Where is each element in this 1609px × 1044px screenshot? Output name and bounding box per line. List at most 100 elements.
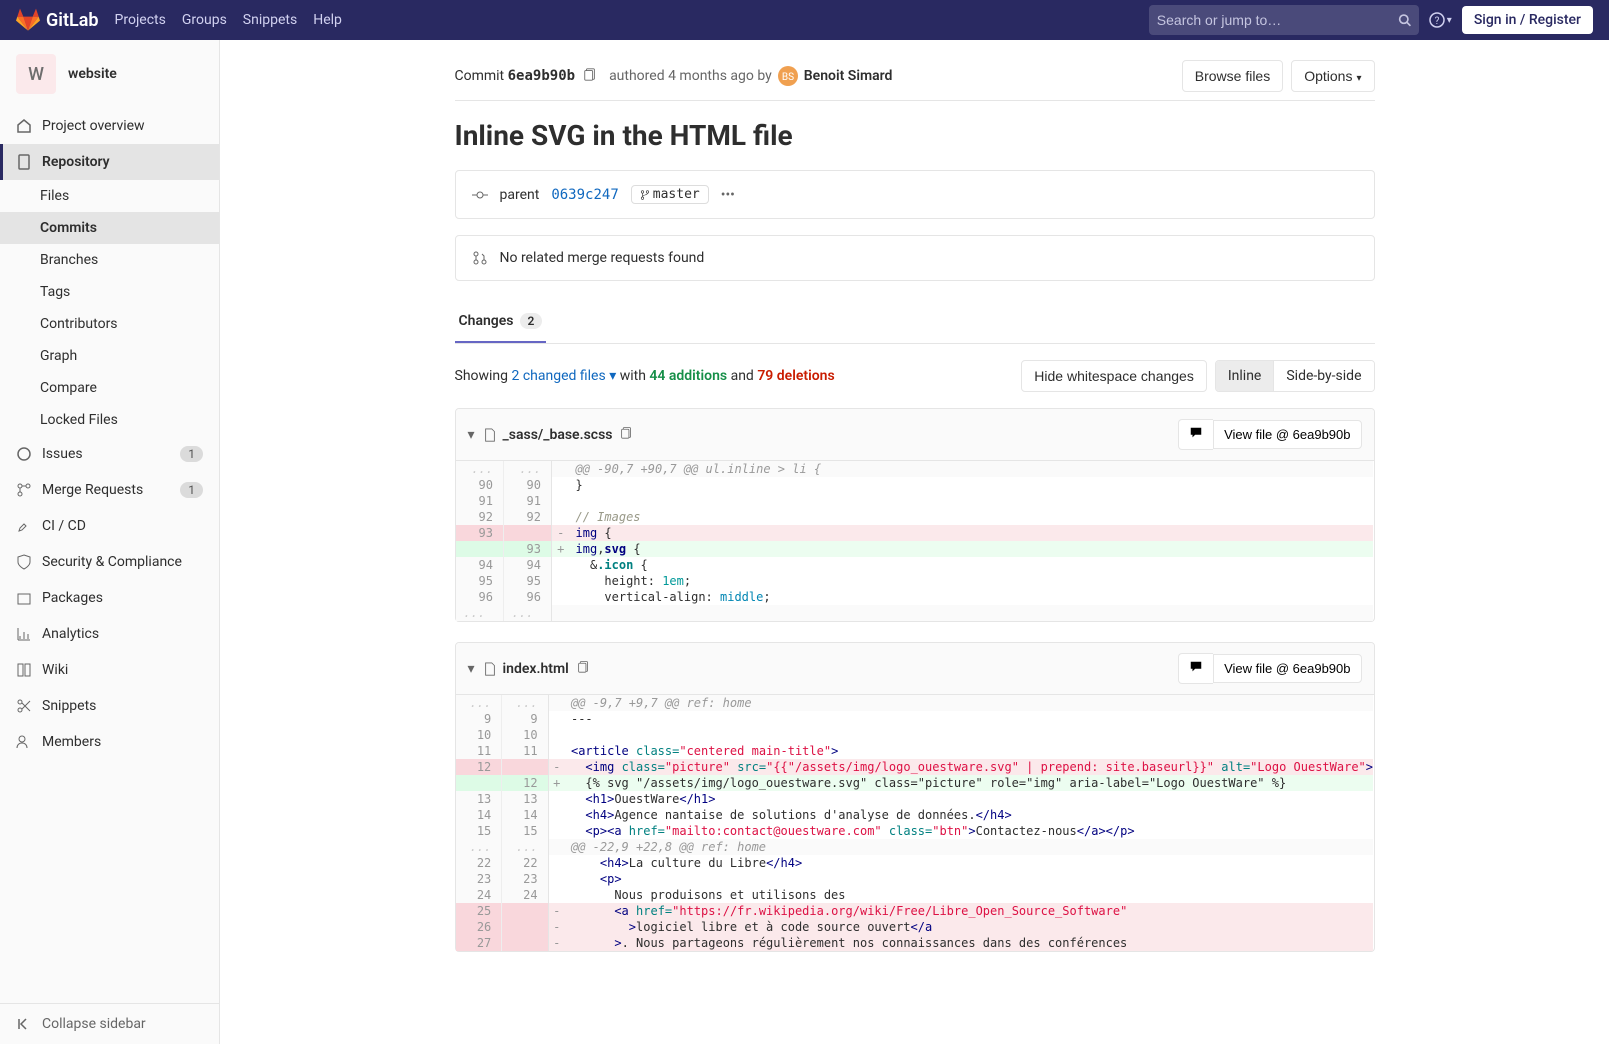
project-header[interactable]: W website (0, 40, 219, 108)
sidebar-sub-graph[interactable]: Graph (0, 340, 219, 372)
merge-badge: 1 (180, 482, 203, 498)
diff-line[interactable]: ...... (456, 605, 1374, 621)
sidebar-item-snippets[interactable]: Snippets (0, 688, 219, 724)
sidebar-item-repository[interactable]: Repository (0, 144, 219, 180)
help-dropdown[interactable]: ? ▾ (1429, 12, 1452, 28)
diff-line[interactable]: 93+img,svg { (456, 541, 1374, 557)
diff-line[interactable]: ......@@ -9,7 +9,7 @@ ref: home (456, 695, 1374, 711)
file-icon (483, 428, 497, 442)
file-name[interactable]: _sass/_base.scss (503, 427, 613, 443)
diff-line[interactable]: 1111<article class="centered main-title"… (456, 743, 1374, 759)
more-refs-button[interactable]: ••• (721, 187, 735, 203)
diff-table: ......@@ -9,7 +9,7 @@ ref: home99---1010… (456, 695, 1374, 951)
diff-line[interactable]: ......@@ -22,9 +22,8 @@ ref: home (456, 839, 1374, 855)
tab-label: Changes (459, 313, 514, 329)
branch-pill[interactable]: master (631, 185, 709, 204)
sidebar-sub-branches[interactable]: Branches (0, 244, 219, 276)
sidebar-sub-commits[interactable]: Commits (0, 212, 219, 244)
view-file-button[interactable]: View file @ 6ea9b90b (1213, 654, 1361, 683)
options-button[interactable]: Options▾ (1291, 60, 1374, 92)
clipboard-icon (577, 660, 590, 673)
svg-text:?: ? (1434, 16, 1439, 27)
authored-time: 4 months ago (668, 68, 754, 84)
tab-changes[interactable]: Changes 2 (455, 301, 547, 343)
diff-line[interactable]: 27- >. Nous partageons régulièrement nos… (456, 935, 1374, 951)
diff-line[interactable]: 1414 <h4>Agence nantaise de solutions d'… (456, 807, 1374, 823)
sidebar-item-members[interactable]: Members (0, 724, 219, 760)
comment-button[interactable] (1178, 653, 1213, 684)
sidebar-sub-compare[interactable]: Compare (0, 372, 219, 404)
sidebar-label: Security & Compliance (42, 554, 182, 570)
chart-icon (16, 626, 32, 642)
diff-line[interactable]: 9696 vertical-align: middle; (456, 589, 1374, 605)
hide-whitespace-button[interactable]: Hide whitespace changes (1021, 360, 1207, 392)
sidebar-item-merge[interactable]: Merge Requests 1 (0, 472, 219, 508)
sidebar-label: CI / CD (42, 518, 86, 534)
copy-path-button[interactable] (577, 660, 590, 677)
nav-projects[interactable]: Projects (115, 8, 166, 32)
sidebar-sub-contributors[interactable]: Contributors (0, 308, 219, 340)
parent-sha-link[interactable]: 0639c247 (551, 187, 618, 203)
diff-line[interactable]: 9494 &.icon { (456, 557, 1374, 573)
issues-icon (16, 446, 32, 462)
global-search[interactable] (1149, 5, 1419, 35)
nav-snippets[interactable]: Snippets (243, 8, 297, 32)
comment-button[interactable] (1178, 419, 1213, 450)
author-name[interactable]: Benoit Simard (804, 68, 893, 84)
diff-line[interactable]: 1515 <p><a href="mailto:contact@ouestwar… (456, 823, 1374, 839)
search-input[interactable] (1157, 12, 1398, 28)
scissors-icon (16, 698, 32, 714)
sidebar-label: Members (42, 734, 101, 750)
diff-line[interactable]: ......@@ -90,7 +90,7 @@ ul.inline > li { (456, 461, 1374, 477)
nav-help[interactable]: Help (313, 8, 342, 32)
summary-showing: Showing (455, 368, 509, 384)
collapse-sidebar[interactable]: Collapse sidebar (0, 1003, 219, 1044)
diff-line[interactable]: 12- <img class="picture" src="{{"/assets… (456, 759, 1374, 775)
parent-label: parent (500, 187, 540, 203)
sidebar-sub-tags[interactable]: Tags (0, 276, 219, 308)
diff-line[interactable]: 1313 <h1>OuestWare</h1> (456, 791, 1374, 807)
diff-line[interactable]: 2424 Nous produisons et utilisons des (456, 887, 1374, 903)
file-name[interactable]: index.html (503, 661, 569, 677)
sidebar-item-cicd[interactable]: CI / CD (0, 508, 219, 544)
diff-line[interactable]: 12+ {% svg "/assets/img/logo_ouestware.s… (456, 775, 1374, 791)
view-file-button[interactable]: View file @ 6ea9b90b (1213, 420, 1361, 449)
sidebar-item-issues[interactable]: Issues 1 (0, 436, 219, 472)
diff-line[interactable]: 9191 (456, 493, 1374, 509)
sidebar-item-overview[interactable]: Project overview (0, 108, 219, 144)
diff-line[interactable]: 9090} (456, 477, 1374, 493)
sidebar-item-packages[interactable]: Packages (0, 580, 219, 616)
diff-line[interactable]: 99--- (456, 711, 1374, 727)
browse-files-button[interactable]: Browse files (1182, 60, 1283, 92)
gitlab-logo[interactable]: GitLab (16, 8, 99, 32)
comment-icon (1189, 426, 1203, 440)
inline-view-button[interactable]: Inline (1216, 361, 1274, 391)
author-avatar: BS (778, 66, 798, 86)
side-by-side-button[interactable]: Side-by-side (1273, 361, 1373, 391)
diff-line[interactable]: 9595 height: 1em; (456, 573, 1374, 589)
nav-groups[interactable]: Groups (182, 8, 227, 32)
sidebar-item-security[interactable]: Security & Compliance (0, 544, 219, 580)
sidebar-sub-files[interactable]: Files (0, 180, 219, 212)
sidebar-sub-locked[interactable]: Locked Files (0, 404, 219, 436)
diff-line[interactable]: 1010 (456, 727, 1374, 743)
copy-sha-button[interactable] (583, 67, 597, 85)
diff-line[interactable]: 25- <a href="https://fr.wikipedia.org/wi… (456, 903, 1374, 919)
diff-line[interactable]: 2323 <p> (456, 871, 1374, 887)
collapse-file-button[interactable]: ▾ (468, 427, 475, 443)
diff-line[interactable]: 9292// Images (456, 509, 1374, 525)
diff-line[interactable]: 26- >logiciel libre et à code source ouv… (456, 919, 1374, 935)
sidebar-item-wiki[interactable]: Wiki (0, 652, 219, 688)
collapse-file-button[interactable]: ▾ (468, 661, 475, 677)
copy-path-button[interactable] (620, 426, 633, 443)
file-icon (483, 662, 497, 676)
sidebar-item-analytics[interactable]: Analytics (0, 616, 219, 652)
merge-request-icon (472, 250, 488, 266)
brand-text: GitLab (46, 10, 99, 31)
diff-line[interactable]: 93-img { (456, 525, 1374, 541)
diff-line[interactable]: 2222 <h4>La culture du Libre</h4> (456, 855, 1374, 871)
signin-button[interactable]: Sign in / Register (1462, 6, 1593, 34)
sidebar-label: Analytics (42, 626, 99, 642)
file-diff-block: ▾ _sass/_base.scss View file @ 6ea9b90b...… (455, 408, 1375, 622)
changed-files-dropdown[interactable]: 2 changed files ▾ (512, 368, 617, 384)
